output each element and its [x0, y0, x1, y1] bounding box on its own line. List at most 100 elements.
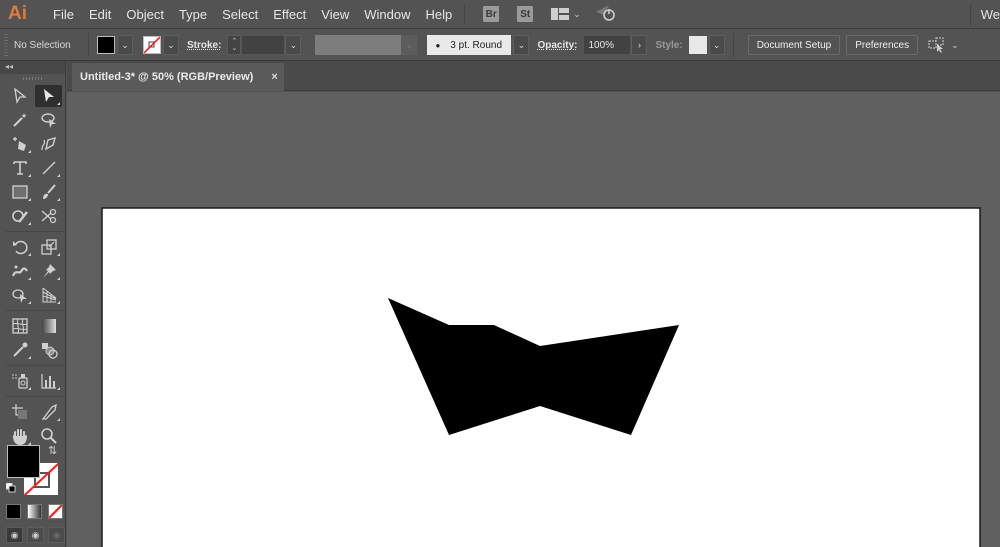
blend-tool[interactable] — [35, 339, 62, 361]
brush-dropdown[interactable]: ⌄ — [513, 35, 530, 55]
align-options-button[interactable]: ⌄ — [928, 37, 959, 53]
none-mode-button[interactable] — [48, 504, 63, 519]
artboard-icon — [11, 404, 27, 419]
stock-button[interactable]: St — [517, 6, 534, 22]
tools-panel-collapse[interactable]: ◂◂ — [0, 61, 65, 74]
chevron-down-icon: ⌄ — [121, 39, 129, 50]
canvas-area[interactable] — [67, 92, 1000, 547]
workspace-switcher[interactable]: We — [969, 0, 1000, 29]
draw-normal-button[interactable]: ◉ — [6, 527, 23, 543]
gradient-mode-button[interactable] — [27, 504, 42, 519]
fill-color-box[interactable] — [7, 445, 40, 478]
menu-help[interactable]: Help — [425, 7, 452, 22]
style-label: Style: — [655, 39, 683, 51]
paintbrush-tool[interactable] — [35, 181, 62, 203]
menu-view[interactable]: View — [321, 7, 349, 22]
fill-swatch[interactable] — [97, 36, 115, 54]
menu-edit[interactable]: Edit — [89, 7, 111, 22]
stroke-weight-field[interactable] — [241, 35, 286, 55]
opacity-expand[interactable]: › — [631, 35, 648, 55]
curvature-tool[interactable] — [35, 133, 62, 155]
menu-file[interactable]: File — [53, 7, 74, 22]
preferences-button[interactable]: Preferences — [846, 35, 919, 55]
graphic-style-swatch[interactable] — [688, 36, 707, 54]
transform-align-icon — [928, 37, 944, 53]
pen-tool[interactable] — [6, 133, 33, 155]
puppet-warp-tool[interactable] — [6, 260, 33, 282]
document-setup-button[interactable]: Document Setup — [747, 35, 841, 55]
shape-builder-tool[interactable] — [6, 284, 33, 306]
lasso-tool[interactable] — [35, 109, 62, 131]
chevron-down-icon: ⌄ — [167, 39, 175, 50]
stroke-swatch[interactable] — [143, 36, 161, 54]
rotate-tool[interactable] — [6, 236, 33, 258]
direct-selection-tool[interactable] — [6, 85, 33, 107]
line-segment-tool[interactable] — [35, 157, 62, 179]
menu-type[interactable]: Type — [179, 7, 207, 22]
divider — [732, 33, 734, 57]
brush-dot-icon: ● — [435, 40, 441, 50]
chevron-down-icon: ⌄ — [517, 39, 526, 50]
close-tab-icon[interactable]: × — [271, 71, 277, 83]
magic-wand-icon — [12, 113, 26, 127]
menu-select[interactable]: Select — [222, 7, 258, 22]
symbol-sprayer-tool[interactable] — [6, 370, 33, 392]
shape-builder-icon — [11, 289, 27, 303]
menu-window[interactable]: Window — [364, 7, 410, 22]
sync-settings-button[interactable] — [595, 3, 617, 26]
magnifier-icon — [40, 428, 57, 444]
color-mode-button[interactable] — [6, 504, 21, 519]
variable-width-profile[interactable] — [315, 35, 402, 55]
stroke-dropdown[interactable]: ⌄ — [163, 35, 179, 55]
mesh-tool[interactable] — [6, 315, 33, 337]
menu-object[interactable]: Object — [126, 7, 164, 22]
tool-group-separator — [6, 231, 64, 232]
variable-width-dropdown[interactable]: ⌄ — [401, 35, 418, 55]
paintbrush-icon — [42, 184, 56, 199]
pin-tool[interactable] — [35, 260, 62, 282]
divider — [88, 33, 89, 57]
default-fill-stroke-icon[interactable] — [6, 483, 16, 493]
column-graph-tool[interactable] — [35, 370, 62, 392]
perspective-grid-tool[interactable] — [35, 284, 62, 306]
fill-dropdown[interactable]: ⌄ — [117, 35, 133, 55]
scale-tool[interactable] — [35, 236, 62, 258]
gradient-tool[interactable] — [35, 315, 62, 337]
opacity-field[interactable]: 100% — [583, 35, 632, 55]
opacity-label[interactable]: Opacity: — [537, 40, 577, 51]
perspective-grid-icon — [42, 287, 56, 303]
stroke-label[interactable]: Stroke: — [187, 40, 221, 51]
slice-tool[interactable] — [35, 401, 62, 423]
artboard-tool[interactable] — [6, 401, 33, 423]
style-dropdown[interactable]: ⌄ — [708, 35, 725, 55]
eyedropper-tool[interactable] — [6, 339, 33, 361]
stroke-weight-stepper[interactable]: ⌃ ⌄ — [227, 35, 242, 55]
slice-knife-icon — [41, 403, 57, 420]
lasso-icon — [40, 113, 56, 128]
magic-wand-tool[interactable] — [6, 109, 33, 131]
rectangle-tool[interactable] — [6, 181, 33, 203]
draw-behind-button[interactable]: ◉ — [27, 527, 44, 543]
scissors-icon — [41, 208, 56, 224]
selection-tool[interactable] — [35, 85, 62, 107]
stroke-weight-dropdown[interactable]: ⌄ — [285, 35, 302, 55]
tool-group-separator — [6, 310, 64, 311]
scissors-tool[interactable] — [35, 205, 62, 227]
bridge-button[interactable]: Br — [483, 6, 500, 22]
menu-effect[interactable]: Effect — [273, 7, 306, 22]
blend-icon — [41, 343, 58, 359]
draw-inside-button[interactable]: ◉ — [48, 527, 65, 543]
draw-mode-row: ◉ ◉ ◉ — [6, 527, 65, 543]
type-tool[interactable] — [6, 157, 33, 179]
none-color-icon — [144, 37, 160, 53]
arrange-documents-button[interactable]: ⌄ — [551, 8, 581, 20]
curvature-pen-icon — [40, 136, 56, 151]
chevron-down-icon: ⌄ — [405, 39, 414, 50]
swap-fill-stroke-icon[interactable]: ⇅ — [48, 444, 57, 457]
document-tab[interactable]: Untitled-3* @ 50% (RGB/Preview) × — [72, 63, 284, 91]
brush-definition[interactable]: ● 3 pt. Round — [427, 35, 512, 55]
control-bar-grip[interactable] — [4, 34, 8, 56]
canvas-svg — [101, 207, 981, 547]
workspace-label[interactable]: We — [981, 7, 1000, 22]
shaper-tool[interactable] — [6, 205, 33, 227]
